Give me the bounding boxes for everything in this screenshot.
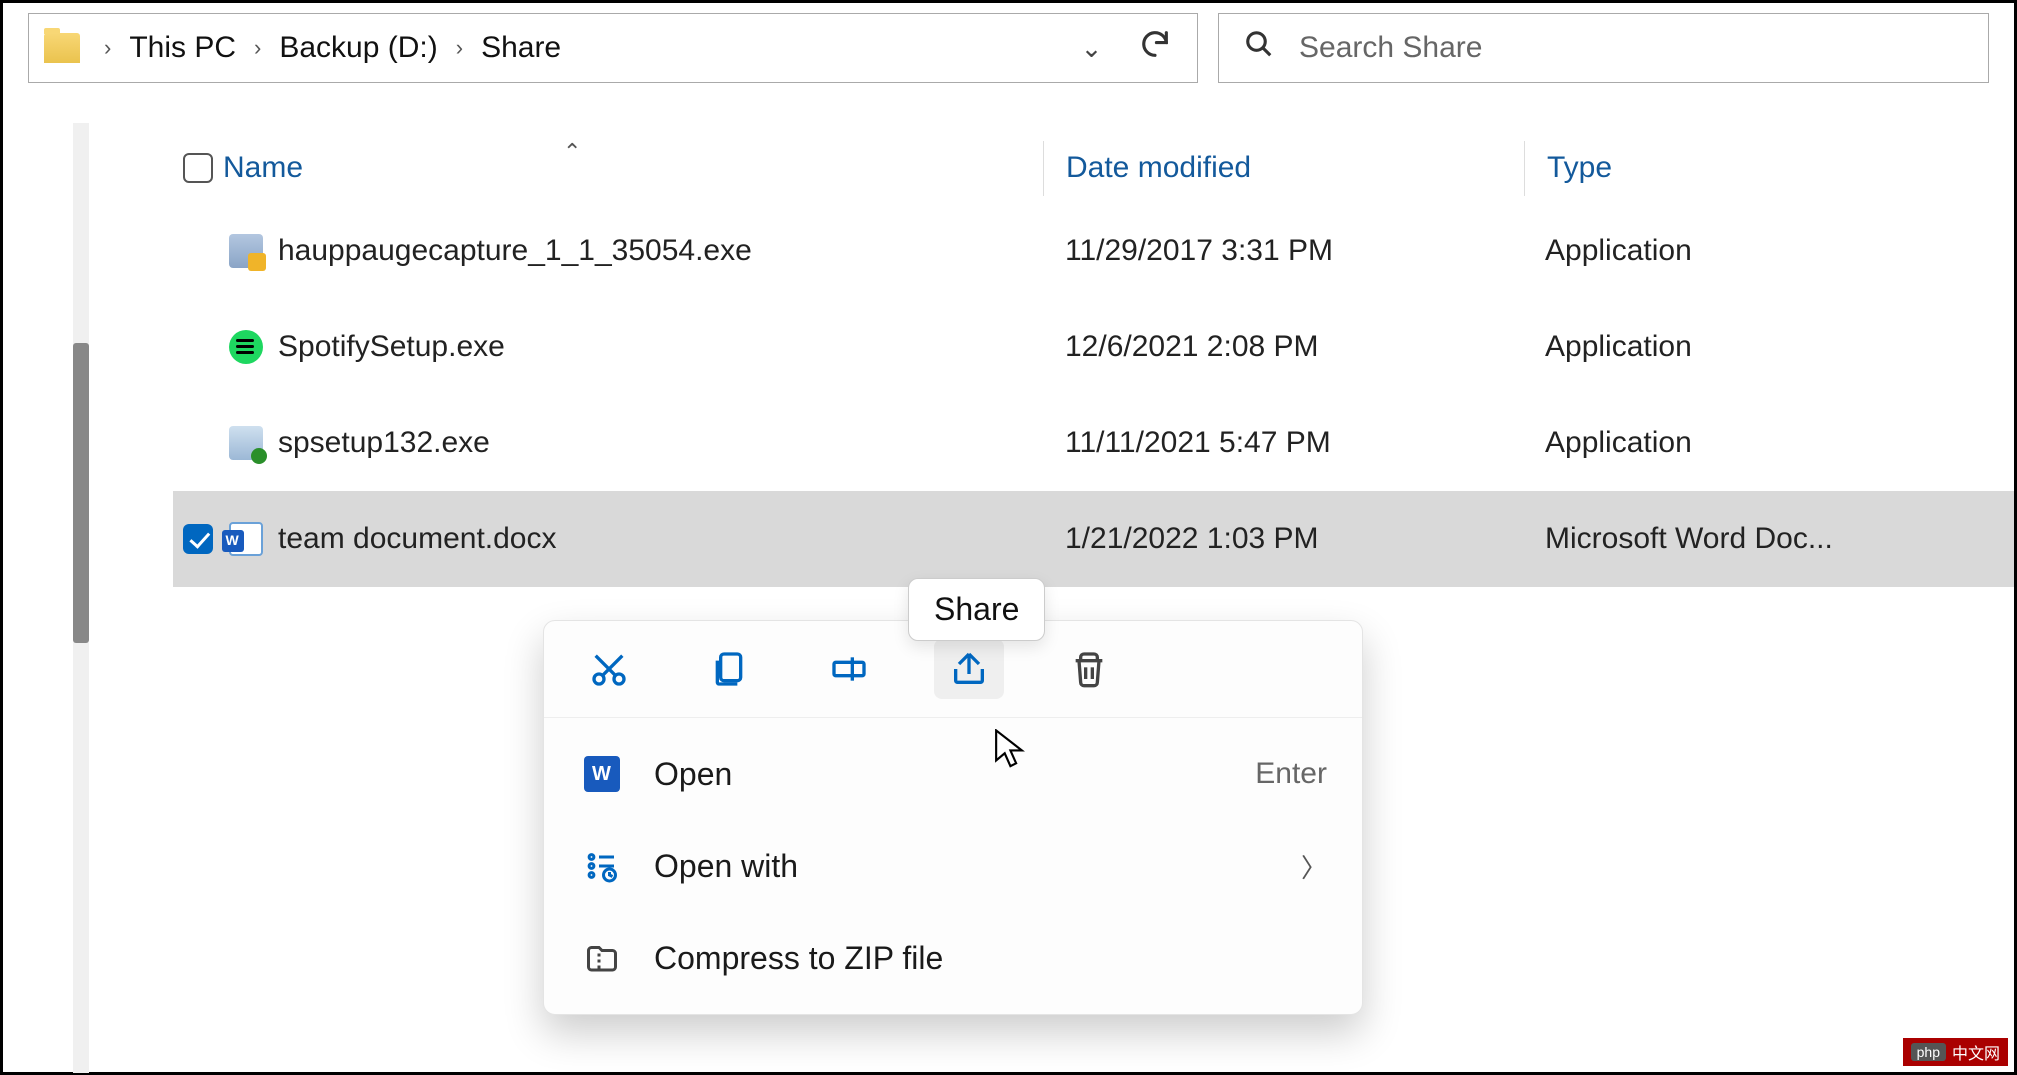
zip-icon <box>579 940 624 976</box>
rename-button[interactable] <box>814 639 884 699</box>
refresh-icon[interactable] <box>1127 27 1182 69</box>
menu-open[interactable]: W Open Enter <box>544 728 1362 820</box>
breadcrumb-this-pc[interactable]: This PC <box>129 31 236 65</box>
word-file-icon <box>229 522 263 556</box>
file-row-selected[interactable]: team document.docx 1/21/2022 1:03 PM Mic… <box>173 491 2014 587</box>
file-date: 12/6/2021 2:08 PM <box>1043 330 1523 364</box>
folder-icon <box>44 33 80 63</box>
column-type[interactable]: Type <box>1525 151 2014 185</box>
menu-compress-zip[interactable]: Compress to ZIP file <box>544 912 1362 1004</box>
search-icon <box>1244 29 1274 67</box>
file-type: Application <box>1523 330 2014 364</box>
breadcrumb-share[interactable]: Share <box>481 31 561 65</box>
breadcrumb-backup-d[interactable]: Backup (D:) <box>279 31 437 65</box>
menu-open-with[interactable]: Open with 〉 <box>544 820 1362 912</box>
address-bar[interactable]: › This PC › Backup (D:) › Share ⌄ <box>28 13 1198 83</box>
file-row[interactable]: spsetup132.exe 11/11/2021 5:47 PM Applic… <box>173 395 2014 491</box>
scrollbar-thumb[interactable] <box>73 343 89 643</box>
file-row[interactable]: hauppaugecapture_1_1_35054.exe 11/29/201… <box>173 203 2014 299</box>
file-name: SpotifySetup.exe <box>278 330 1043 364</box>
cursor-icon <box>993 729 1025 774</box>
file-type: Application <box>1523 234 2014 268</box>
copy-button[interactable] <box>694 639 764 699</box>
scrollbar-track[interactable] <box>73 123 89 1073</box>
column-name[interactable]: Name ⌃ <box>223 151 1043 185</box>
cut-button[interactable] <box>574 639 644 699</box>
chevron-right-icon: 〉 <box>1301 848 1327 885</box>
file-date: 1/21/2022 1:03 PM <box>1043 522 1523 556</box>
column-date-modified[interactable]: Date modified <box>1044 151 1524 185</box>
search-placeholder: Search Share <box>1299 31 1482 65</box>
word-app-icon: W <box>584 756 620 792</box>
installer-icon <box>229 426 263 460</box>
file-date: 11/11/2021 5:47 PM <box>1043 426 1523 460</box>
chevron-right-icon[interactable]: › <box>94 35 121 61</box>
delete-button[interactable] <box>1054 639 1124 699</box>
sort-indicator-icon: ⌃ <box>563 139 581 165</box>
file-date: 11/29/2017 3:31 PM <box>1043 234 1523 268</box>
file-name: spsetup132.exe <box>278 426 1043 460</box>
tooltip-share: Share <box>908 578 1045 641</box>
file-type: Microsoft Word Doc... <box>1523 522 2014 556</box>
share-button[interactable] <box>934 639 1004 699</box>
chevron-right-icon[interactable]: › <box>446 35 473 61</box>
installer-icon <box>229 234 263 268</box>
column-headers: Name ⌃ Date modified Type <box>173 133 2014 203</box>
select-all-checkbox[interactable] <box>173 153 223 183</box>
shortcut-label: Enter <box>1255 757 1327 791</box>
file-name: team document.docx <box>278 522 1043 556</box>
file-type: Application <box>1523 426 2014 460</box>
spotify-icon <box>229 330 263 364</box>
file-row[interactable]: SpotifySetup.exe 12/6/2021 2:08 PM Appli… <box>173 299 2014 395</box>
search-input[interactable]: Search Share <box>1218 13 1989 83</box>
checkbox-checked-icon[interactable] <box>183 524 213 554</box>
watermark: 中文网 <box>1903 1038 2008 1066</box>
chevron-down-icon[interactable]: ⌄ <box>1064 33 1119 64</box>
chevron-right-icon[interactable]: › <box>244 35 271 61</box>
file-name: hauppaugecapture_1_1_35054.exe <box>278 234 1043 268</box>
context-menu: W Open Enter Open with 〉 Compress to ZIP… <box>543 620 1363 1015</box>
open-with-icon <box>579 848 624 884</box>
